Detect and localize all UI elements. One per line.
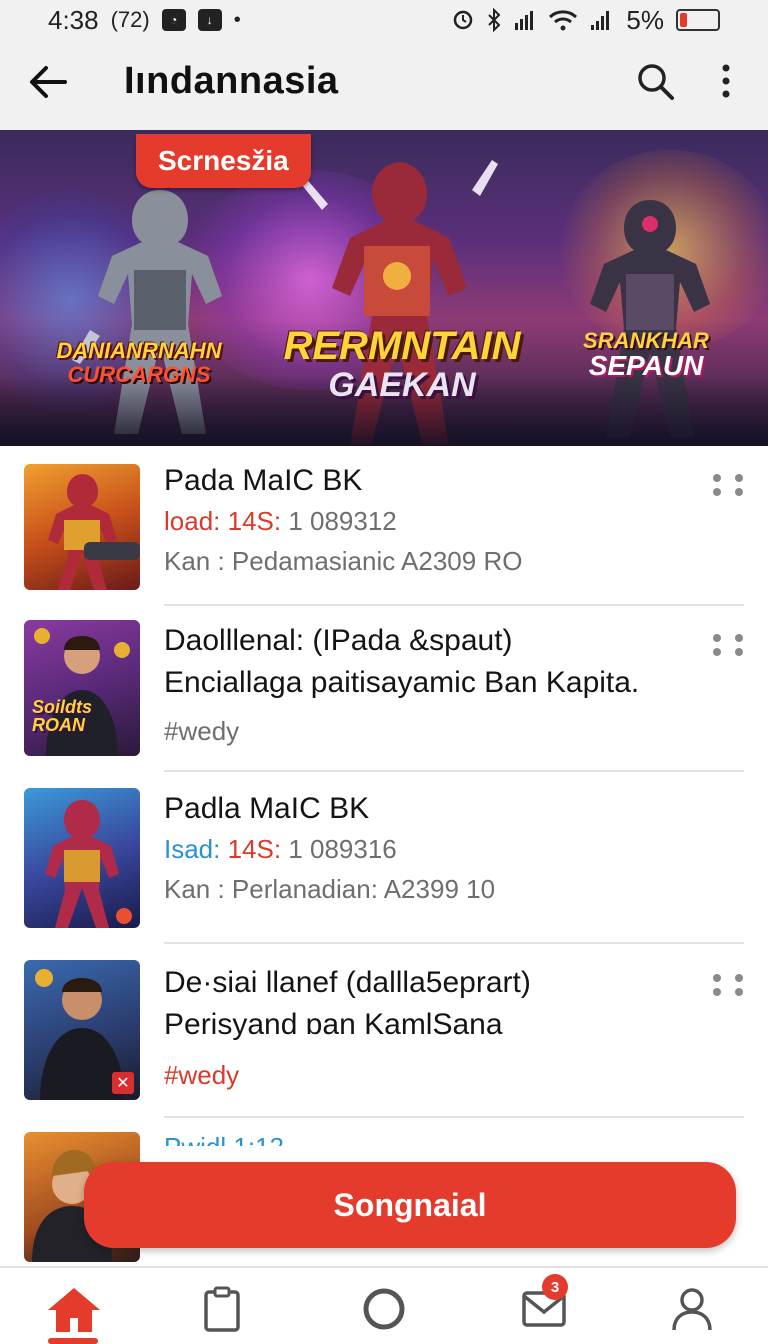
notification-count: (72) bbox=[110, 7, 150, 32]
signal-icon-2 bbox=[590, 9, 614, 31]
banner-left-caption-line2: CURCARGNS bbox=[67, 362, 211, 387]
item-more-button[interactable] bbox=[706, 470, 750, 500]
banner-category-pill[interactable]: Scrnesžia bbox=[136, 134, 311, 188]
banner-right-caption-line2: SEPAUN bbox=[588, 350, 704, 381]
list-item[interactable]: Pada MaIC BK load: 14S: 1 089312 Kan : P… bbox=[0, 446, 768, 606]
item-badge: ✕ bbox=[112, 1072, 134, 1094]
app-bar: Iındannasia bbox=[0, 40, 768, 130]
armored-thumbnail-illustration bbox=[45, 800, 132, 928]
banner-right-caption: SRANKHAR SEPAUN bbox=[576, 330, 716, 380]
list-item[interactable]: Padla MaIC BK Isad: 14S: 1 089316 Kan : … bbox=[0, 772, 768, 944]
item-description: Perisyand ɒan KamlSana bbox=[164, 1008, 503, 1041]
bluetooth-icon bbox=[486, 8, 502, 32]
nav-home[interactable] bbox=[42, 1282, 106, 1336]
item-title: Pada MaIC BK bbox=[164, 464, 363, 497]
battery-percent: 5% bbox=[626, 4, 664, 35]
search-button[interactable] bbox=[630, 56, 680, 106]
more-dots-icon bbox=[713, 974, 743, 996]
banner-center-caption: RERMNTAIN GAEKAN bbox=[282, 326, 522, 402]
nav-clipboard[interactable] bbox=[190, 1282, 254, 1336]
item-partial-title: Pwidl 1:12 bbox=[164, 1132, 284, 1146]
primary-action-button[interactable]: Songnaial bbox=[84, 1162, 736, 1248]
item-subtitle: Kan : Perlanadian: A2399 10 bbox=[164, 874, 496, 904]
arrow-left-icon bbox=[30, 66, 67, 98]
back-button[interactable] bbox=[24, 58, 72, 106]
hero-thumbnail-illustration bbox=[34, 628, 130, 756]
status-time: 4:38 bbox=[48, 4, 99, 35]
nav-messages[interactable]: 3 bbox=[512, 1274, 576, 1336]
battery-icon bbox=[676, 9, 720, 31]
item-thumbnail bbox=[24, 788, 140, 928]
banner-left-caption: DANIANRNAHN CURCARGNS bbox=[44, 340, 234, 386]
item-stats-value: 1 089316 bbox=[281, 834, 397, 864]
messenger-icon: ◔ bbox=[161, 9, 186, 31]
active-tab-indicator bbox=[48, 1338, 98, 1344]
warrior-thumbnail-illustration bbox=[48, 474, 140, 590]
more-dots-icon bbox=[713, 474, 743, 496]
profile-icon bbox=[672, 1288, 712, 1331]
item-title: De·siai llanef (dallla5eprart) bbox=[164, 966, 531, 999]
circle-icon bbox=[363, 1288, 405, 1330]
banner-center-caption-line2: GAEKAN bbox=[328, 366, 476, 404]
nav-profile[interactable] bbox=[660, 1282, 724, 1336]
status-left: 4:38 (72) ◔ ↓ • bbox=[48, 5, 241, 36]
bottom-navigation: 3 bbox=[0, 1266, 768, 1344]
download-icon: ↓ bbox=[197, 9, 222, 31]
banner-left-caption-line1: DANIANRNAHN bbox=[56, 338, 222, 363]
thumbnail-caption-line2: ROAN bbox=[32, 715, 85, 735]
item-stats: Isad: 14S: 1 089316 bbox=[164, 834, 397, 865]
item-stats-label-a: Isad: bbox=[164, 834, 221, 864]
page-title: Iındannasia bbox=[124, 60, 339, 102]
battery-fill bbox=[680, 13, 688, 27]
more-vertical-icon bbox=[722, 64, 730, 98]
item-more-button[interactable] bbox=[706, 630, 750, 660]
item-tag: #wedy bbox=[164, 1060, 240, 1090]
status-right: 5% bbox=[452, 5, 720, 36]
home-icon bbox=[48, 1288, 100, 1332]
alarm-icon bbox=[452, 9, 474, 31]
item-title: Padla MaIC BK bbox=[164, 792, 370, 825]
list-item[interactable]: Soildts ROAN Daolllenal: (IPada &spaut) … bbox=[0, 606, 768, 772]
thumbnail-caption-line1: Soildts bbox=[32, 697, 93, 717]
item-stats-label: load: 14S: bbox=[164, 506, 282, 536]
item-stats-value: 1 089312 bbox=[281, 506, 397, 536]
banner-right-caption-line1: SRANKHAR bbox=[583, 328, 709, 353]
dot-icon: • bbox=[233, 8, 241, 31]
status-bar: 4:38 (72) ◔ ↓ • 5% bbox=[0, 0, 768, 40]
promo-banner[interactable]: Scrnesžia DANIANRNAHN CURCARGNS RERMNTAI… bbox=[0, 130, 768, 446]
search-icon bbox=[638, 64, 674, 100]
banner-center-caption-line1: RERMNTAIN bbox=[283, 324, 521, 368]
item-title: Daolllenal: (IPada &spaut) bbox=[164, 624, 513, 657]
item-tag: #wedy bbox=[164, 716, 240, 746]
item-description: Enciallaga paitisayamic Ban Kapita. bbox=[164, 666, 640, 699]
clipboard-icon bbox=[204, 1286, 240, 1332]
more-dots-icon bbox=[713, 634, 743, 656]
item-thumbnail: ✕ bbox=[24, 960, 140, 1100]
wifi-icon bbox=[548, 9, 578, 31]
more-options-button[interactable] bbox=[704, 56, 748, 106]
message-count-badge: 3 bbox=[542, 1274, 568, 1300]
signal-icon bbox=[514, 9, 536, 31]
list-item[interactable]: ✕ De·siai llanef (dallla5eprart) Perisya… bbox=[0, 944, 768, 1118]
item-subtitle: Kan : Pedamasianic A2309 RO bbox=[164, 546, 523, 576]
item-more-button[interactable] bbox=[706, 970, 750, 1000]
item-thumbnail bbox=[24, 464, 140, 590]
item-stats-label-b: 14S: bbox=[220, 834, 282, 864]
item-thumbnail: Soildts ROAN bbox=[24, 620, 140, 756]
nav-center[interactable] bbox=[352, 1282, 416, 1336]
thumbnail-caption: Soildts ROAN bbox=[32, 698, 92, 734]
item-stats: load: 14S: 1 089312 bbox=[164, 506, 397, 537]
